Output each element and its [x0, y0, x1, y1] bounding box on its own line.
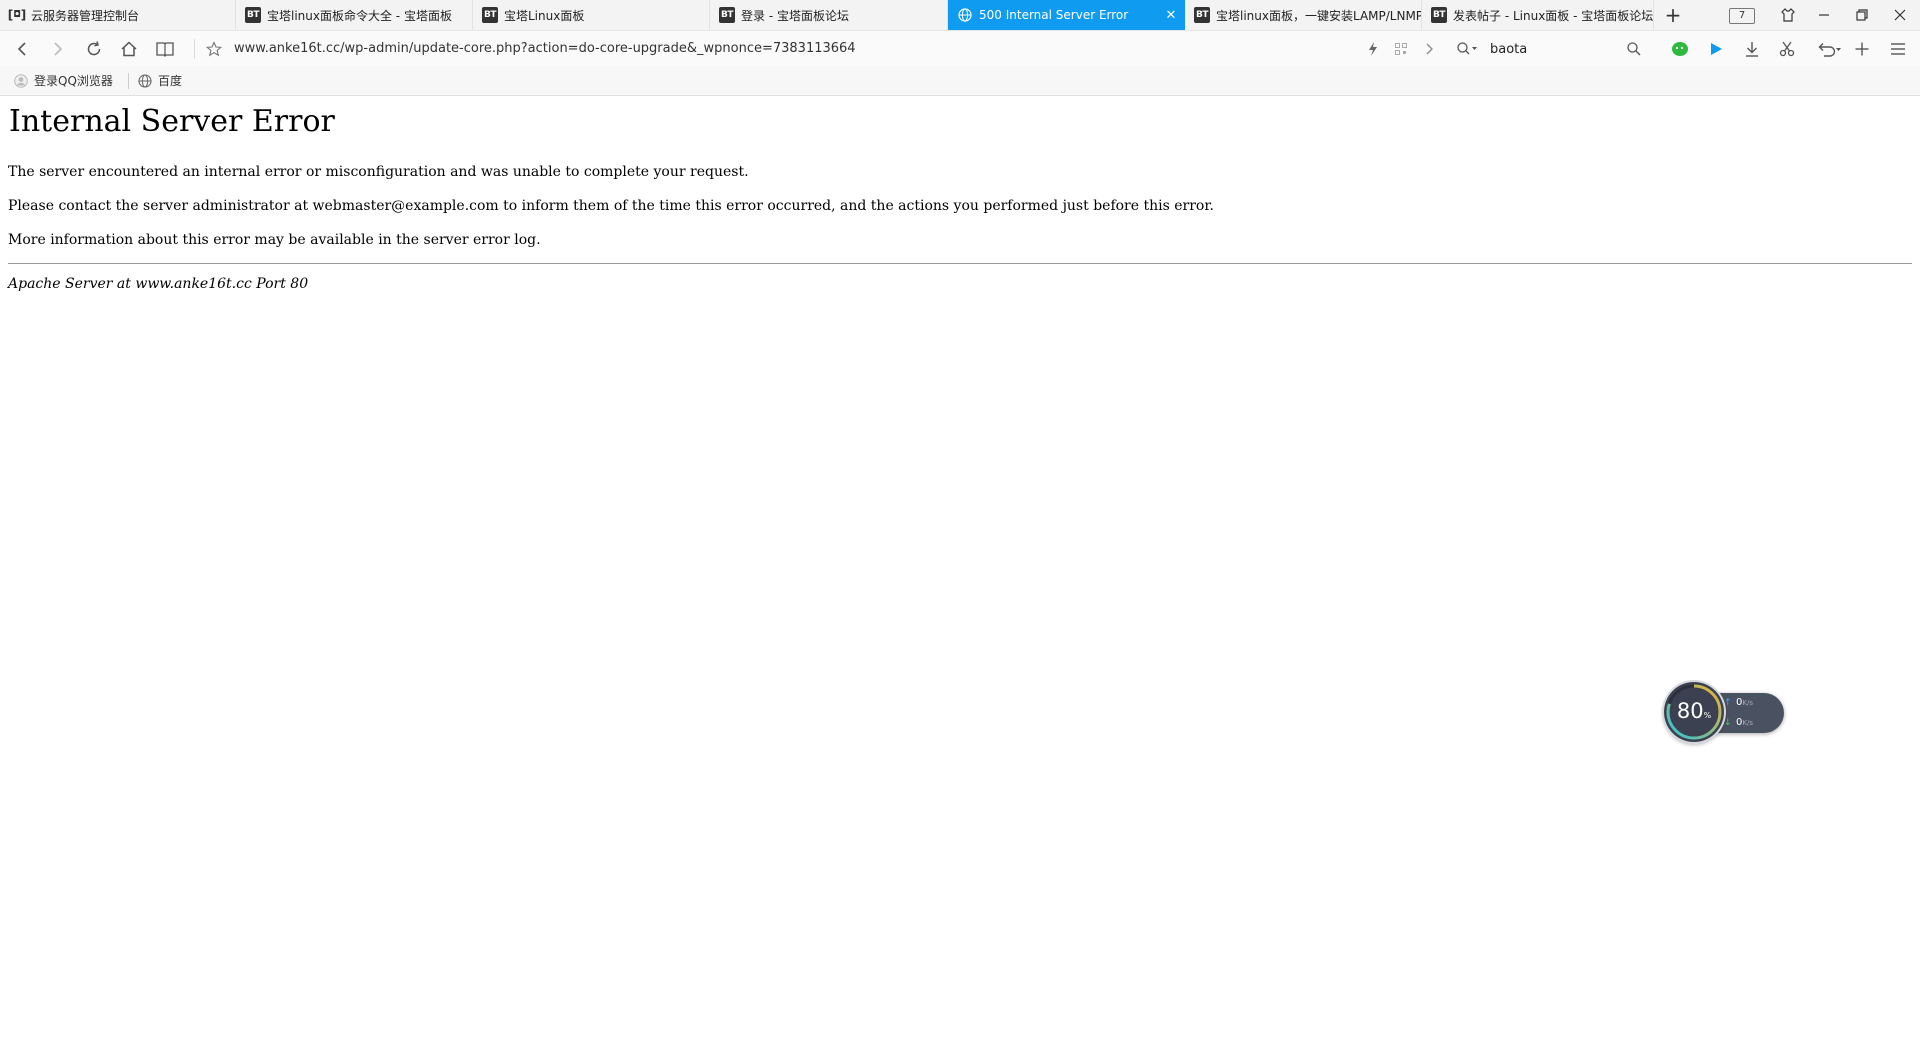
menu-hamburger-icon[interactable]: [1884, 31, 1912, 67]
tab-strip: [◘] 云服务器管理控制台 BT 宝塔linux面板命令大全 - 宝塔面板 BT…: [0, 0, 1920, 30]
home-button[interactable]: [115, 31, 143, 67]
bookmark-label: 登录QQ浏览器: [34, 74, 113, 88]
tab-bt-commands[interactable]: BT 宝塔linux面板命令大全 - 宝塔面板: [236, 0, 473, 30]
search-box[interactable]: baota: [1452, 36, 1646, 62]
network-speed-widget[interactable]: 80% ↑ ↓ 0K/s 0K/s: [1664, 682, 1784, 742]
divider: [194, 39, 195, 59]
memory-usage-ring[interactable]: 80%: [1664, 682, 1724, 742]
play-video-icon[interactable]: [1702, 31, 1730, 67]
tab-bt-forum-login[interactable]: BT 登录 - 宝塔面板论坛: [710, 0, 948, 30]
tab-cloud-console[interactable]: [◘] 云服务器管理控制台: [0, 0, 236, 30]
bt-icon: BT: [245, 7, 261, 23]
bt-icon: BT: [1194, 7, 1210, 23]
horizontal-rule: [8, 263, 1912, 264]
divider: [128, 73, 129, 89]
globe-icon: [138, 73, 152, 88]
speed-unit: K/s: [1742, 719, 1753, 727]
download-arrow-icon: ↓: [1724, 718, 1732, 728]
usage-percent-value: 80: [1676, 699, 1704, 723]
tab-bt-panel[interactable]: BT 宝塔Linux面板: [473, 0, 710, 30]
error-paragraph-3: More information about this error may be…: [8, 232, 541, 248]
back-button[interactable]: [8, 31, 36, 67]
tab-title: 云服务器管理控制台: [31, 8, 140, 23]
bookmark-qq-login[interactable]: 登录QQ浏览器: [14, 66, 113, 95]
page-content: Internal Server Error The server encount…: [0, 96, 1920, 1040]
tab-count-badge[interactable]: 7: [1729, 8, 1755, 24]
bookmark-star-icon[interactable]: [200, 31, 228, 67]
navigation-bar: www.anke16t.cc/wp-admin/update-core.php?…: [0, 30, 1920, 66]
speed-unit: K/s: [1742, 699, 1753, 707]
tab-title: 宝塔Linux面板: [504, 8, 585, 23]
cloud-bracket-icon: [◘]: [7, 8, 27, 22]
forward-button[interactable]: [44, 31, 72, 67]
tab-title: 发表帖子 - Linux面板 - 宝塔面板论坛: [1453, 8, 1653, 23]
usage-percent: 80%: [1664, 699, 1724, 723]
tab-title: 500 Internal Server Error: [979, 8, 1129, 22]
search-input[interactable]: baota: [1490, 42, 1527, 57]
bt-icon: BT: [719, 7, 735, 23]
close-icon[interactable]: ✕: [1163, 8, 1179, 23]
restore-button[interactable]: [1848, 0, 1876, 30]
server-signature: Apache Server at www.anke16t.cc Port 80: [8, 276, 309, 292]
bookmark-label: 百度: [158, 74, 183, 88]
user-avatar-icon: [14, 73, 28, 88]
usage-percent-unit: %: [1703, 711, 1712, 720]
wechat-icon[interactable]: [1666, 31, 1694, 67]
tab-500-error[interactable]: 500 Internal Server Error ✕: [948, 0, 1185, 30]
chevron-right-icon[interactable]: [1418, 31, 1440, 67]
bt-icon: BT: [482, 7, 498, 23]
download-icon[interactable]: [1738, 31, 1766, 67]
error-paragraph-1: The server encountered an internal error…: [8, 164, 749, 180]
bt-icon: BT: [1431, 7, 1447, 23]
download-speed: 0K/s: [1736, 717, 1753, 728]
error-paragraph-2: Please contact the server administrator …: [8, 198, 1214, 214]
globe-icon: [957, 7, 973, 23]
tab-title: 宝塔linux面板，一键安装LAMP/LNMP: [1216, 8, 1421, 23]
search-icon[interactable]: [1626, 41, 1642, 61]
new-tab-button[interactable]: +: [1658, 0, 1688, 30]
tab-title: 宝塔linux面板命令大全 - 宝塔面板: [267, 8, 452, 23]
page-title: Internal Server Error: [9, 104, 335, 139]
tab-title: 登录 - 宝塔面板论坛: [741, 8, 849, 23]
minimize-button[interactable]: [1810, 0, 1838, 30]
upload-arrow-icon: ↑: [1724, 698, 1732, 708]
plus-icon[interactable]: [1848, 31, 1876, 67]
qr-code-icon[interactable]: [1390, 31, 1412, 67]
reader-book-icon[interactable]: [151, 31, 179, 67]
refresh-button[interactable]: [80, 31, 108, 67]
bookmark-baidu[interactable]: 百度: [138, 66, 182, 95]
lightning-icon[interactable]: [1362, 31, 1384, 67]
scissors-icon[interactable]: [1773, 31, 1801, 67]
tab-bt-lamp[interactable]: BT 宝塔linux面板，一键安装LAMP/LNMP: [1185, 0, 1422, 30]
upload-speed: 0K/s: [1736, 697, 1753, 708]
search-engine-icon[interactable]: [1456, 41, 1478, 61]
tab-bt-new-post[interactable]: BT 发表帖子 - Linux面板 - 宝塔面板论坛: [1422, 0, 1654, 30]
shirt-skin-icon[interactable]: [1774, 0, 1802, 30]
undo-icon[interactable]: [1811, 31, 1847, 67]
address-bar-input[interactable]: www.anke16t.cc/wp-admin/update-core.php?…: [234, 41, 856, 56]
close-window-button[interactable]: [1886, 0, 1914, 30]
bookmarks-bar: 登录QQ浏览器 百度: [0, 66, 1920, 96]
